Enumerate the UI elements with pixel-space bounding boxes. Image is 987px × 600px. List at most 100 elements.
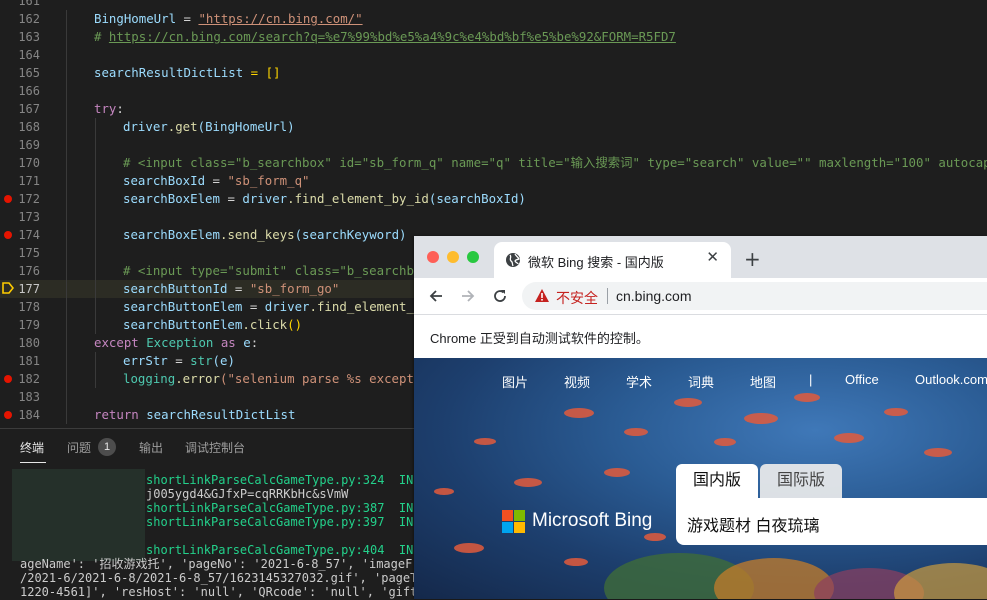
close-window-button[interactable] xyxy=(427,251,439,263)
code-token: driver xyxy=(264,299,310,314)
not-secure-label[interactable]: 不安全 xyxy=(556,288,598,308)
code-line[interactable]: 173 xyxy=(0,208,987,226)
nav-link-academic[interactable]: 学术 xyxy=(626,372,652,391)
code-token: BingHomeUrl xyxy=(94,11,177,26)
line-number: 183 xyxy=(18,390,40,404)
code-token: = [] xyxy=(243,65,281,80)
terminal-line: j005ygd4&GJfxP=cqRRKbHc&sVmW xyxy=(146,487,349,501)
tab-problems[interactable]: 问题 xyxy=(67,439,91,456)
code-token: driver xyxy=(242,191,288,206)
code-line[interactable]: 165 searchResultDictList = [] xyxy=(0,64,987,82)
code-token: e xyxy=(243,335,251,350)
terminal-line: shortLinkParseCalcGameType.py:324 INFO xyxy=(146,473,428,487)
code-line[interactable]: 170 # <input class="b_searchbox" id="sb_… xyxy=(0,154,987,172)
line-number: 172 xyxy=(18,192,40,206)
code-token: searchButtonElem xyxy=(123,299,243,314)
line-number: 164 xyxy=(18,48,40,62)
code-line[interactable]: 167 try: xyxy=(0,100,987,118)
line-number: 161 xyxy=(18,0,40,8)
code-line[interactable]: 164 xyxy=(0,46,987,64)
maximize-window-button[interactable] xyxy=(467,251,479,263)
code-line[interactable]: 169 xyxy=(0,136,987,154)
nav-link-outlook[interactable]: Outlook.com xyxy=(915,372,987,387)
nav-separator: | xyxy=(809,372,813,387)
code-token: = xyxy=(242,299,265,314)
nav-link-videos[interactable]: 视频 xyxy=(564,372,590,391)
tab-international-edition[interactable]: 国际版 xyxy=(760,464,842,498)
reload-icon[interactable] xyxy=(492,288,508,304)
tab-terminal[interactable]: 终端 xyxy=(20,439,44,456)
search-input[interactable]: 游戏题材 白夜琉璃 xyxy=(676,498,987,545)
code-function: .error xyxy=(175,371,220,386)
code-string: "sb_form_go" xyxy=(249,281,340,296)
terminal-line: shortLinkParseCalcGameType.py:387 INFO xyxy=(146,501,428,515)
code-token: searchBoxElem xyxy=(123,191,220,206)
code-token: (BingHomeUrl) xyxy=(197,119,295,134)
line-number: 180 xyxy=(18,336,40,350)
nav-link-dictionary[interactable]: 词典 xyxy=(688,372,714,391)
nav-link-office[interactable]: Office xyxy=(845,372,879,387)
terminal-line: /2021-6/2021-6-8/2021-6-8_57/16231453270… xyxy=(20,571,432,585)
code-line[interactable]: 172 searchBoxElem = driver.find_element_… xyxy=(0,190,987,208)
line-number: 167 xyxy=(18,102,40,116)
terminal-line: shortLinkParseCalcGameType.py:404 INFO xyxy=(146,543,428,557)
tab-debug-console[interactable]: 调试控制台 xyxy=(185,439,245,456)
line-number: 177 xyxy=(18,282,40,296)
code-token: () xyxy=(287,317,303,332)
redacted-region xyxy=(12,469,145,561)
infobar-text: Chrome 正受到自动测试软件的控制。 xyxy=(430,331,649,346)
line-number: 176 xyxy=(18,264,40,278)
line-number: 178 xyxy=(18,300,40,314)
code-line[interactable]: 161 xyxy=(0,0,987,10)
code-token: searchResultDictList xyxy=(138,407,296,422)
back-arrow-icon[interactable] xyxy=(428,288,444,304)
code-token: searchButtonElem xyxy=(123,317,243,332)
line-number: 174 xyxy=(18,228,40,242)
new-tab-button[interactable]: + xyxy=(744,247,761,271)
code-line[interactable]: 166 xyxy=(0,82,987,100)
line-number: 168 xyxy=(18,120,40,134)
code-function: .click xyxy=(242,317,288,332)
tab-china-edition[interactable]: 国内版 xyxy=(676,464,758,498)
address-bar[interactable]: 不安全 cn.bing.com xyxy=(522,282,987,310)
forward-arrow-icon[interactable] xyxy=(460,288,476,304)
tab-close-icon[interactable]: ✕ xyxy=(706,248,719,266)
browser-window[interactable]: 微软 Bing 搜索 - 国内版 ✕ + 不安全 cn.bing.com Chr… xyxy=(414,236,987,599)
browser-toolbar: 不安全 cn.bing.com xyxy=(414,278,987,314)
code-token: driver xyxy=(123,119,168,134)
divider xyxy=(607,288,608,304)
tab-output[interactable]: 输出 xyxy=(139,439,163,456)
code-token: = xyxy=(167,353,191,368)
code-token: : xyxy=(116,101,124,116)
comment-link[interactable]: https://cn.bing.com/search?q=%e7%99%bd%e… xyxy=(109,29,676,44)
code-string: ("selenium parse %s exceptio xyxy=(219,371,429,386)
minimize-window-button[interactable] xyxy=(447,251,459,263)
browser-tab[interactable]: 微软 Bing 搜索 - 国内版 ✕ xyxy=(494,242,731,278)
nav-link-maps[interactable]: 地图 xyxy=(750,372,776,391)
search-input-value[interactable]: 游戏题材 白夜琉璃 xyxy=(687,512,819,536)
code-line[interactable]: 171 searchBoxId = "sb_form_q" xyxy=(0,172,987,190)
code-token: = xyxy=(219,191,243,206)
bing-logo-text[interactable]: Microsoft Bing xyxy=(532,510,652,532)
code-keyword: return xyxy=(94,407,139,422)
code-line[interactable]: 168 driver.get(BingHomeUrl) xyxy=(0,118,987,136)
code-type: Exception xyxy=(138,335,214,350)
code-token: searchBoxElem xyxy=(123,227,220,242)
code-line[interactable]: 162 BingHomeUrl = "https://cn.bing.com/" xyxy=(0,10,987,28)
line-number: 163 xyxy=(18,30,40,44)
line-number: 162 xyxy=(18,12,40,26)
line-number: 171 xyxy=(18,174,40,188)
line-number: 166 xyxy=(18,84,40,98)
line-number: 169 xyxy=(18,138,40,152)
warning-icon[interactable] xyxy=(534,288,550,304)
code-comment: # <input class="b_searchbox" id="sb_form… xyxy=(123,155,987,170)
code-string: "https://cn.bing.com/" xyxy=(198,11,363,26)
code-token: = xyxy=(227,281,250,296)
nav-link-images[interactable]: 图片 xyxy=(502,372,528,391)
line-number: 173 xyxy=(18,210,40,224)
code-function: str xyxy=(190,353,213,368)
code-function: .get xyxy=(167,119,198,134)
code-line[interactable]: 163 # https://cn.bing.com/search?q=%e7%9… xyxy=(0,28,987,46)
line-number: 181 xyxy=(18,354,40,368)
url-text[interactable]: cn.bing.com xyxy=(616,288,691,304)
